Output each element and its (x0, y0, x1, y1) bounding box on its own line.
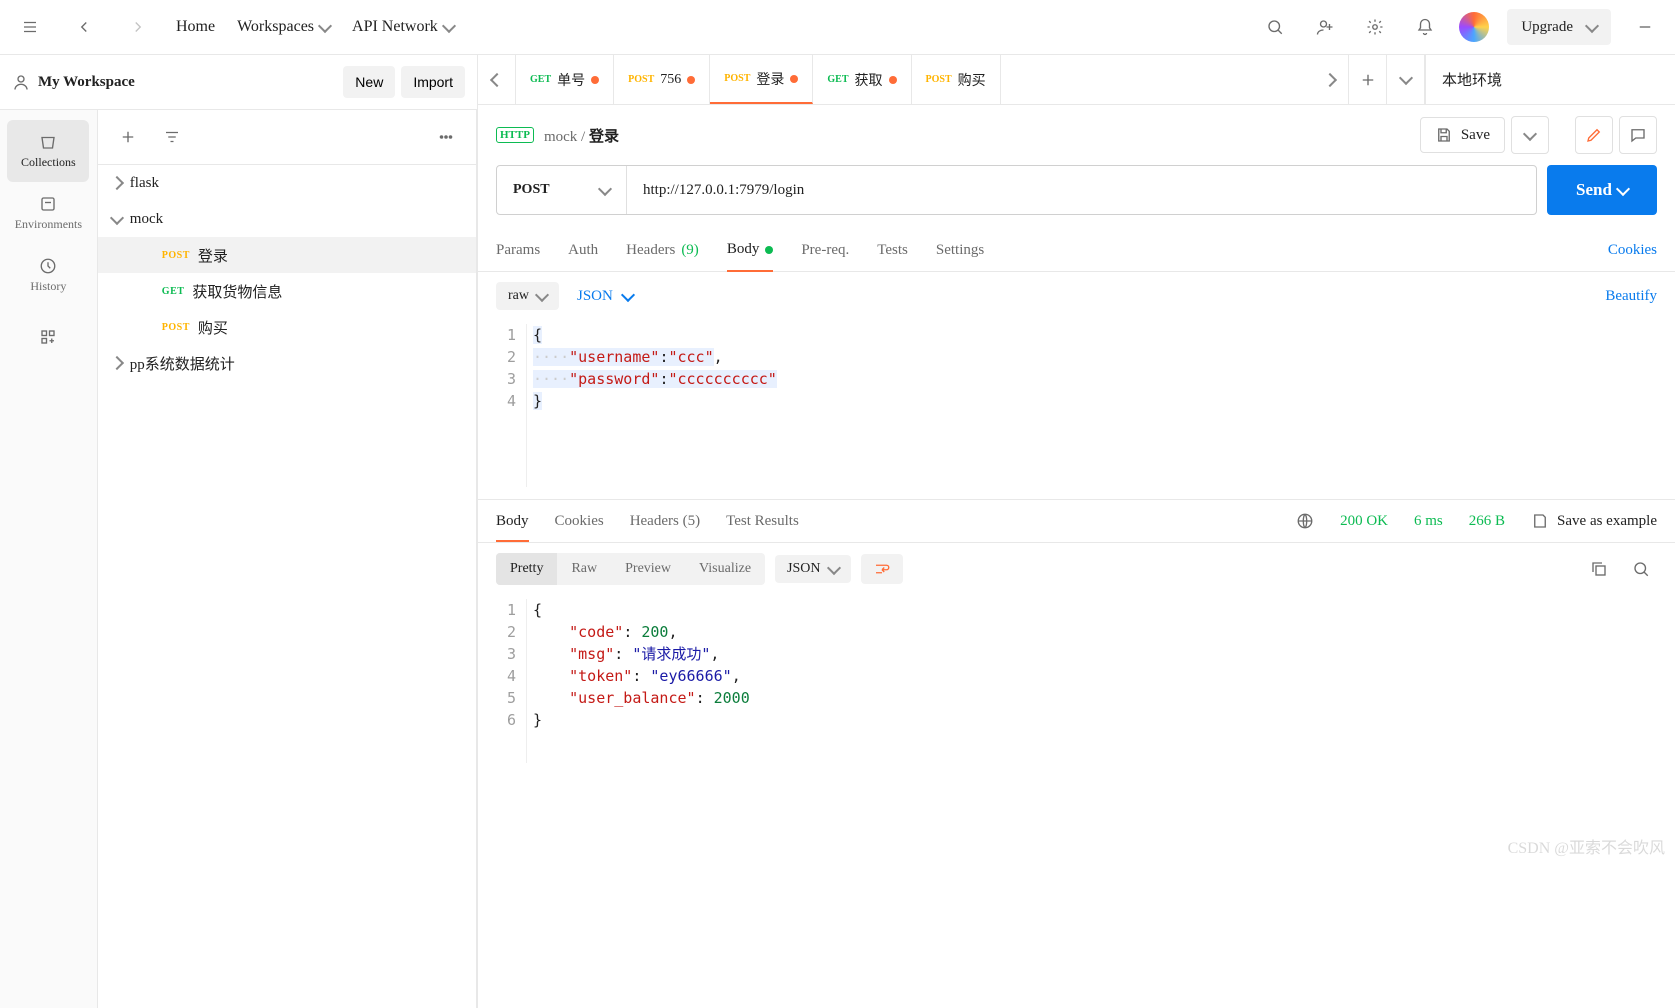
notifications-icon[interactable] (1409, 11, 1441, 43)
seg-preview[interactable]: Preview (611, 553, 685, 585)
body-format-selector[interactable]: JSON (577, 288, 633, 305)
search-icon[interactable] (1259, 11, 1291, 43)
settings-icon[interactable] (1359, 11, 1391, 43)
rail-more[interactable] (7, 306, 89, 368)
request-tab[interactable]: POST756 (614, 55, 710, 104)
import-button[interactable]: Import (401, 66, 465, 98)
tab-settings[interactable]: Settings (936, 229, 984, 271)
tree-folder-mock[interactable]: mock (98, 201, 476, 237)
person-icon (12, 73, 30, 91)
watermark: CSDN @亚索不会吹风 (1508, 834, 1665, 858)
status-code: 200 OK (1340, 513, 1388, 530)
nav-workspaces[interactable]: Workspaces (237, 18, 330, 36)
request-tab[interactable]: GET单号 (516, 55, 614, 104)
workspace-title: My Workspace (38, 74, 337, 91)
beautify-button[interactable]: Beautify (1605, 288, 1657, 305)
add-icon[interactable] (112, 121, 144, 153)
comment-icon[interactable] (1619, 116, 1657, 154)
invite-icon[interactable] (1309, 11, 1341, 43)
resp-format-selector[interactable]: JSON (775, 555, 850, 583)
wrap-icon[interactable] (861, 554, 903, 584)
method-selector[interactable]: POST (497, 166, 627, 214)
forward-icon[interactable] (122, 11, 154, 43)
environment-selector[interactable]: 本地环境 (1425, 55, 1675, 104)
tab-add-icon[interactable] (1349, 55, 1387, 104)
edit-icon[interactable] (1575, 116, 1613, 154)
save-button[interactable]: Save (1420, 117, 1505, 153)
status-time: 6 ms (1414, 513, 1443, 530)
tree-folder-pp[interactable]: pp系统数据统计 (98, 345, 476, 381)
globe-icon (1296, 512, 1314, 530)
request-tab[interactable]: POST登录 (710, 55, 813, 104)
tab-menu-icon[interactable] (1387, 55, 1425, 104)
response-body-viewer[interactable]: 123456 { "code": 200, "msg": "请求成功", "to… (478, 595, 1675, 775)
menu-icon[interactable] (14, 11, 46, 43)
seg-visualize[interactable]: Visualize (685, 553, 765, 585)
save-menu-icon[interactable] (1511, 116, 1549, 154)
body-type-selector[interactable]: raw (496, 282, 559, 310)
request-tab[interactable]: GET获取 (813, 55, 911, 104)
tree-item-getgoods[interactable]: GET获取货物信息 (98, 273, 476, 309)
tree-item-buy[interactable]: POST购买 (98, 309, 476, 345)
request-body-editor[interactable]: 1234 { ····"username":"ccc", ····"passwo… (478, 320, 1675, 500)
collection-tree: flask mock POST登录 GET获取货物信息 POST购买 pp系统数… (98, 165, 476, 1008)
url-input[interactable]: http://127.0.0.1:7979/login (627, 166, 1536, 214)
upgrade-button[interactable]: Upgrade (1507, 9, 1611, 45)
seg-raw[interactable]: Raw (557, 553, 611, 585)
rail-history[interactable]: History (7, 244, 89, 306)
nav-api-network[interactable]: API Network (352, 18, 454, 36)
tab-strip: GET单号POST756POST登录GET获取POST购买 本地环境 (478, 55, 1675, 105)
copy-icon[interactable] (1583, 553, 1615, 585)
nav-home[interactable]: Home (176, 18, 215, 36)
collection-toolbar (98, 110, 476, 165)
tabs-prev-icon[interactable] (478, 55, 516, 104)
status-size: 266 B (1469, 513, 1505, 530)
tab-body[interactable]: Body (727, 229, 774, 272)
http-badge: HTTP (496, 127, 534, 143)
resp-tab-headers[interactable]: Headers (5) (630, 513, 700, 530)
new-button[interactable]: New (343, 66, 395, 98)
cookies-link[interactable]: Cookies (1608, 229, 1657, 271)
tab-auth[interactable]: Auth (568, 229, 598, 271)
tree-folder-flask[interactable]: flask (98, 165, 476, 201)
avatar[interactable] (1459, 12, 1489, 42)
tab-prereq[interactable]: Pre-req. (801, 229, 849, 271)
tab-tests[interactable]: Tests (877, 229, 908, 271)
breadcrumb: mock / 登录 (544, 125, 619, 146)
workspace-header: My Workspace New Import (0, 55, 477, 110)
rail-collections[interactable]: Collections (7, 120, 89, 182)
resp-tab-cookies[interactable]: Cookies (555, 513, 604, 530)
back-icon[interactable] (68, 11, 100, 43)
resp-tab-body[interactable]: Body (496, 513, 529, 542)
response-view-segment[interactable]: Pretty Raw Preview Visualize (496, 553, 765, 585)
save-example-button[interactable]: Save as example (1531, 512, 1657, 530)
tabs-next-icon[interactable] (1311, 55, 1349, 104)
tree-item-login[interactable]: POST登录 (98, 237, 476, 273)
tab-params[interactable]: Params (496, 229, 540, 271)
topbar: Home Workspaces API Network Upgrade (0, 0, 1675, 55)
more-icon[interactable] (430, 121, 462, 153)
side-rail: Collections Environments History (0, 110, 98, 1008)
minimize-icon[interactable] (1629, 11, 1661, 43)
request-tab[interactable]: POST购买 (912, 55, 1001, 104)
rail-environments[interactable]: Environments (7, 182, 89, 244)
resp-tab-testresults[interactable]: Test Results (726, 513, 799, 530)
filter-icon[interactable] (156, 121, 188, 153)
send-button[interactable]: Send (1547, 165, 1657, 215)
search-response-icon[interactable] (1625, 553, 1657, 585)
tab-headers[interactable]: Headers (9) (626, 229, 699, 271)
seg-pretty[interactable]: Pretty (496, 553, 557, 585)
